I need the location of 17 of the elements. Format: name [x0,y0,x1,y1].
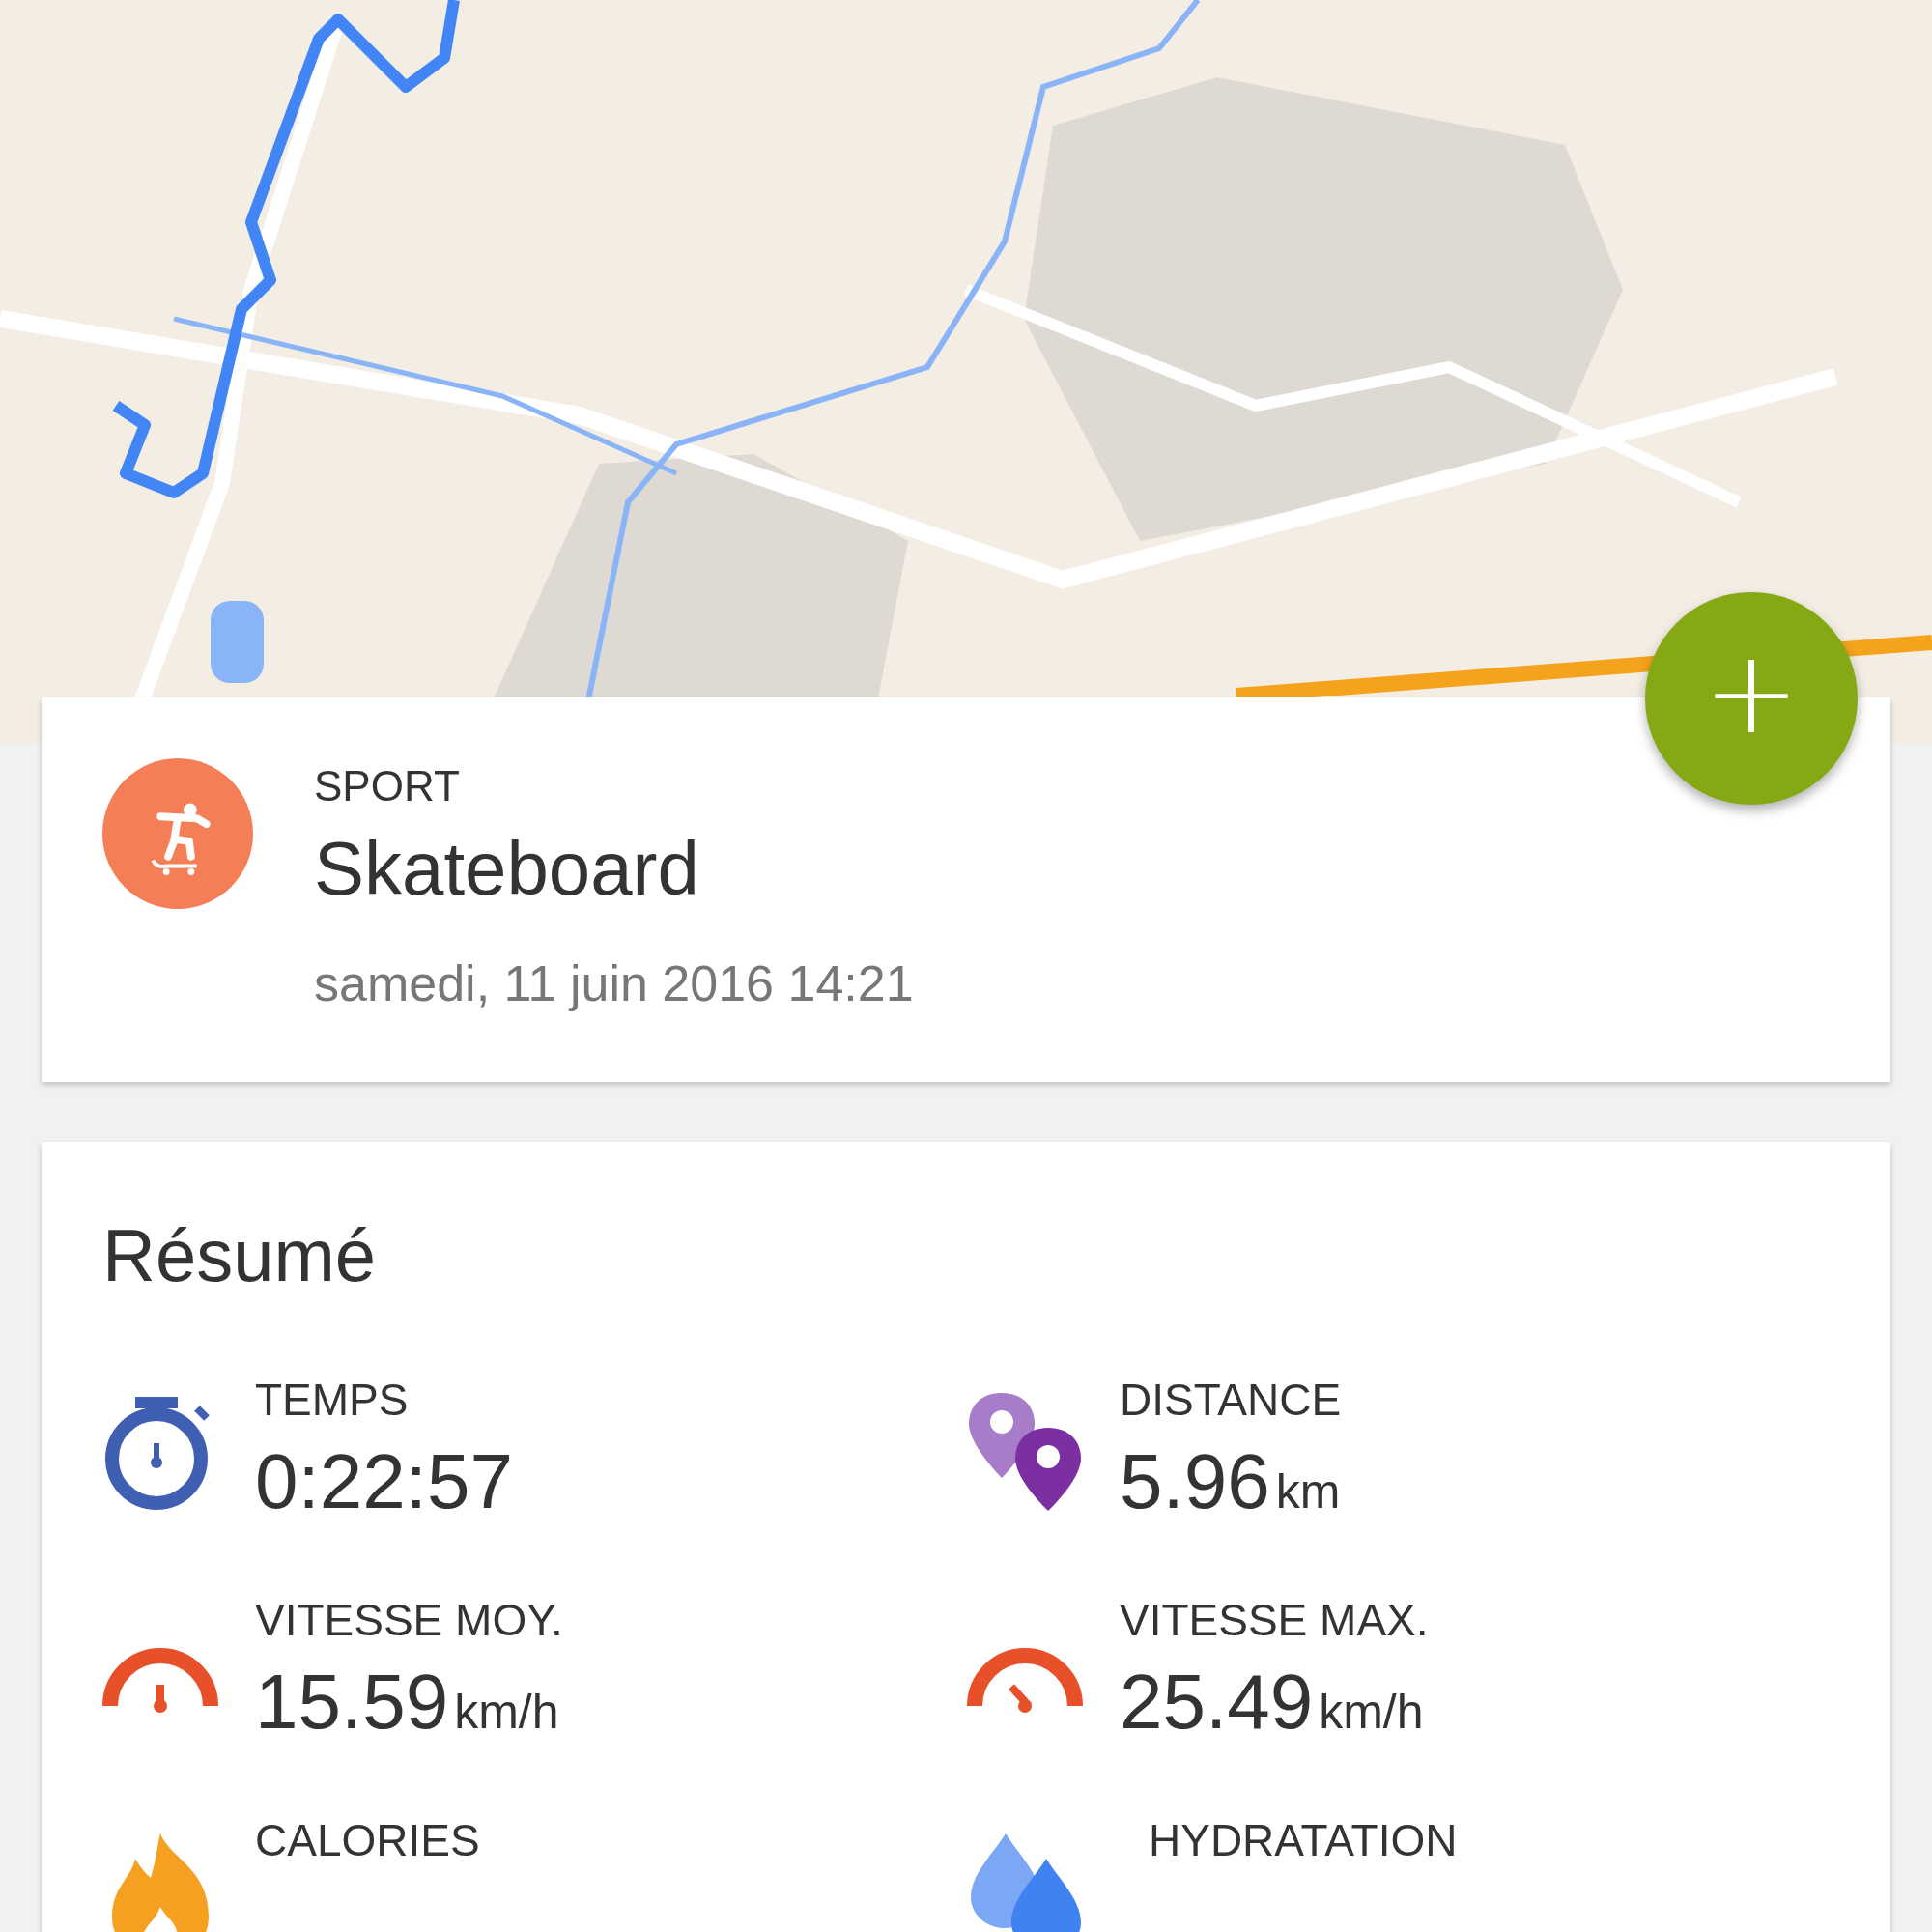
stat-label: VITESSE MAX. [1120,1598,1429,1642]
stat-value: 5.96 [1120,1443,1270,1520]
stat-unit: km/h [1319,1688,1424,1736]
activity-name: Skateboard [314,831,700,906]
stat-unit: km [1275,1467,1341,1516]
stat-label: CALORIES [255,1818,480,1862]
category-label: SPORT [314,765,461,808]
stat-label: VITESSE MOY. [255,1598,563,1642]
stat-value: 15.59 [255,1663,449,1741]
summary-title: Résumé [102,1219,377,1293]
stat-value: 0:22:57 [255,1443,513,1520]
stat-label: DISTANCE [1120,1378,1342,1422]
stat-value: 25.49 [1120,1663,1314,1741]
skateboarder-icon [101,757,254,910]
stat-unit: km/h [454,1688,559,1736]
stat-label: HYDRATATION [1149,1818,1458,1862]
stat-label: TEMPS [255,1378,410,1422]
